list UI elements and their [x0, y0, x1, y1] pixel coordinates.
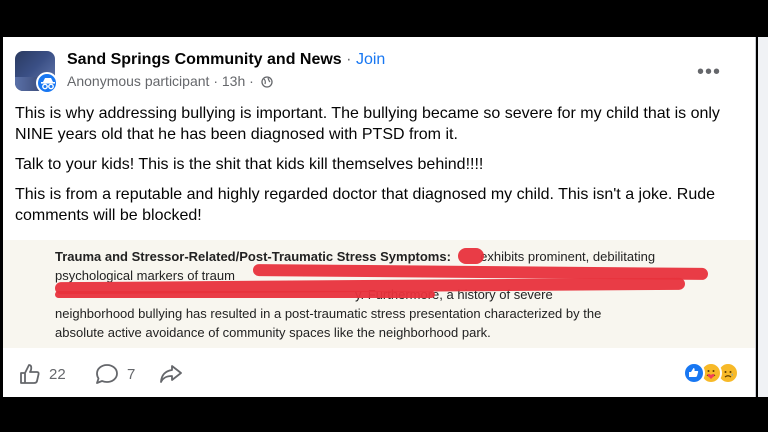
doc-line-4: neighborhood bullying has resulted in a … — [55, 306, 602, 321]
post-body: This is why addressing bullying is impor… — [15, 103, 737, 235]
more-icon[interactable]: ••• — [697, 61, 721, 84]
scrollbar[interactable] — [758, 37, 768, 397]
like-count: 22 — [49, 365, 66, 383]
share-button[interactable] — [159, 363, 183, 385]
share-icon — [160, 365, 182, 383]
redaction-mark — [55, 291, 435, 298]
post-paragraph: Talk to your kids! This is the shit that… — [15, 156, 484, 173]
attached-document-image[interactable]: Trauma and Stressor-Related/Post-Traumat… — [3, 240, 755, 348]
doc-line-1: Trauma and Stressor-Related/Post-Traumat… — [55, 249, 656, 264]
author-name[interactable]: Anonymous participant — [67, 73, 209, 89]
comment-count: 7 — [127, 365, 136, 383]
globe-icon — [261, 76, 273, 88]
comment-button[interactable]: 7 — [95, 363, 135, 385]
meta-separator-2: · — [249, 73, 254, 89]
like-reaction-icon — [683, 362, 705, 384]
redaction-mark — [458, 248, 484, 264]
group-title-line: Sand Springs Community and News · Join — [67, 51, 385, 69]
post-actions: 22 7 — [19, 359, 739, 389]
like-icon — [20, 364, 40, 384]
doc-line1-tail: exhibits prominent, debilitating — [480, 249, 656, 264]
post-meta: Anonymous participant · 13h · — [67, 73, 273, 89]
post-paragraph: This is why addressing bullying is impor… — [15, 105, 720, 143]
group-name[interactable]: Sand Springs Community and News — [67, 51, 342, 68]
facebook-post: Sand Springs Community and News · Join A… — [3, 37, 756, 397]
post-time[interactable]: 13h — [222, 73, 245, 89]
meta-separator: · — [213, 73, 218, 89]
join-link[interactable]: Join — [356, 51, 385, 68]
doc-heading: Trauma and Stressor-Related/Post-Traumat… — [55, 249, 447, 264]
like-button[interactable]: 22 — [19, 363, 66, 385]
comment-icon — [96, 364, 118, 384]
separator: · — [346, 51, 352, 68]
post-paragraph: This is from a reputable and highly rega… — [15, 186, 716, 224]
reaction-summary[interactable] — [683, 362, 739, 386]
post-header: Sand Springs Community and News · Join A… — [15, 51, 735, 95]
doc-line-5: absolute active avoidance of community s… — [55, 325, 491, 340]
anonymous-icon — [36, 72, 58, 94]
